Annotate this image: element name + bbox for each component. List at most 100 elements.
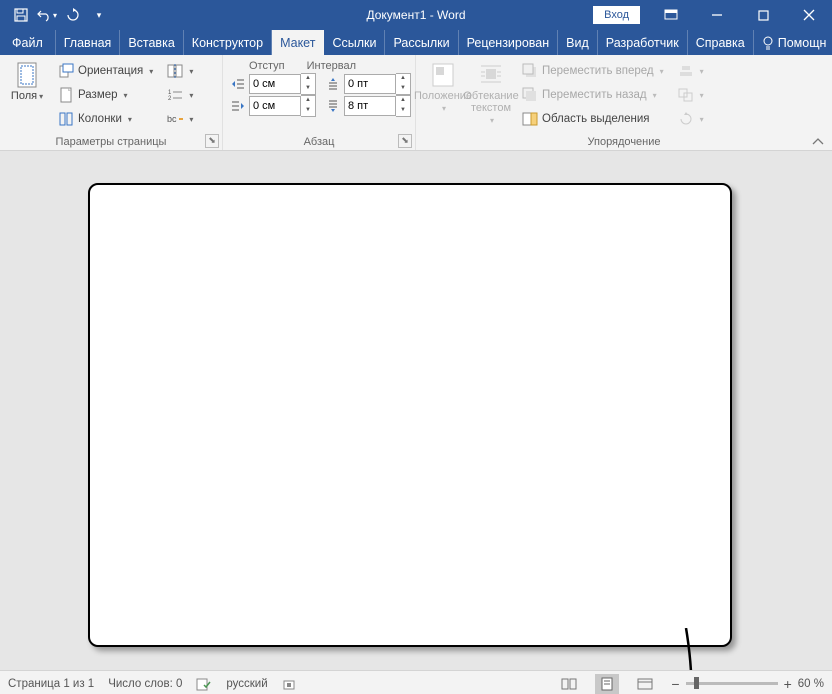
dialog-launcher-page-setup[interactable]: ⬊ [205,134,219,148]
qat-customize[interactable]: ▾ [88,4,110,26]
columns-label: Колонки [78,113,122,125]
space-after-icon [326,99,340,113]
print-layout-button[interactable] [595,674,619,694]
zoom-controls: − + 60 % [671,676,824,692]
wrap-text-button: Обтекание текстом▾ [470,60,512,127]
send-backward-label: Переместить назад [542,89,647,101]
orientation-icon [58,63,74,79]
chevron-down-icon: ▾ [149,67,153,76]
status-page[interactable]: Страница 1 из 1 [8,678,94,690]
tab-insert[interactable]: Вставка [120,30,183,55]
line-numbers-button[interactable]: 12▾ [163,84,197,106]
breaks-icon [167,64,183,78]
orientation-button[interactable]: Ориентация ▾ [54,60,157,82]
chevron-down-icon: ▾ [189,67,193,76]
chevron-down-icon: ▾ [53,11,57,20]
chevron-down-icon: ▾ [700,67,704,76]
maximize-icon [758,10,769,21]
group-label-arrange: Упорядочение [422,134,826,150]
indent-left-input[interactable]: ▲▼ [229,74,316,94]
hyphenation-button[interactable]: bc▾ [163,108,197,130]
window-controls: Вход [593,0,832,30]
group-icon [678,88,694,102]
bring-forward-icon [522,63,538,79]
tab-review[interactable]: Рецензирован [459,30,559,55]
tab-help[interactable]: Справка [688,30,754,55]
group-objects-button: ▾ [674,84,708,106]
selection-pane-button[interactable]: Область выделения [518,108,668,130]
space-before-icon [326,77,340,91]
zoom-level[interactable]: 60 % [798,678,824,690]
indent-right-input[interactable]: ▲▼ [229,96,316,116]
macro-button[interactable] [282,677,296,691]
zoom-slider-thumb[interactable] [694,677,699,689]
group-paragraph: Отступ Интервал ▲▼ ▲▼ ▲▼ [223,55,416,150]
tab-home[interactable]: Главная [56,30,121,55]
document-page[interactable] [88,183,732,647]
chevron-down-icon: ▾ [128,115,132,124]
hyphenation-icon: bc [167,112,183,126]
space-before-input[interactable]: ▲▼ [324,74,411,94]
signin-button[interactable]: Вход [593,6,640,24]
status-language[interactable]: русский [226,678,267,690]
document-area[interactable] [0,151,832,670]
read-mode-icon [561,678,577,690]
web-layout-icon [637,678,653,690]
tab-references[interactable]: Ссылки [324,30,385,55]
status-bar: Страница 1 из 1 Число слов: 0 русский − … [0,670,832,694]
send-backward-button: Переместить назад ▾ [518,84,668,106]
zoom-out-button[interactable]: − [671,676,679,692]
proofing-icon [196,677,212,691]
redo-button[interactable] [62,4,84,26]
web-layout-button[interactable] [633,674,657,694]
size-button[interactable]: Размер▾ [54,84,157,106]
spacing-heading: Интервал [307,60,356,72]
window-title: Документ1 - Word [366,8,465,22]
minimize-button[interactable] [694,0,740,30]
size-label: Размер [78,89,118,101]
close-button[interactable] [786,0,832,30]
indent-left-icon [231,77,245,91]
rotate-icon [678,112,694,126]
ribbon-tabs: Файл Главная Вставка Конструктор Макет С… [0,30,832,55]
indent-left-field[interactable] [249,74,301,94]
minimize-icon [711,9,723,21]
proofing-button[interactable] [196,677,212,691]
group-label-paragraph: Абзац [229,134,409,150]
orientation-label: Ориентация [78,65,143,77]
breaks-button[interactable]: ▾ [163,60,197,82]
space-before-field[interactable] [344,74,396,94]
tell-me[interactable]: Помощн [754,30,832,55]
tab-view[interactable]: Вид [558,30,598,55]
columns-icon [58,111,74,127]
group-label-page-setup: Параметры страницы [6,134,216,150]
bring-forward-button: Переместить вперед▾ [518,60,668,82]
maximize-button[interactable] [740,0,786,30]
undo-button[interactable]: ▾ [36,4,58,26]
space-after-input[interactable]: ▲▼ [324,96,411,116]
collapse-ribbon-button[interactable] [812,138,824,146]
chevron-down-icon: ▾ [189,91,193,100]
chevron-down-icon: ▾ [442,104,446,113]
margins-button[interactable]: Поля▾ [6,60,48,103]
read-mode-button[interactable] [557,674,581,694]
tab-developer[interactable]: Разработчик [598,30,688,55]
tab-file[interactable]: Файл [0,30,56,55]
chevron-down-icon: ▾ [490,116,494,125]
ribbon: Поля▾ Ориентация▾ Размер▾ Колонки▾ ▾ 12 [0,55,832,151]
space-after-field[interactable] [344,96,396,116]
save-button[interactable] [10,4,32,26]
columns-button[interactable]: Колонки ▾ [54,108,157,130]
chevron-down-icon: ▾ [653,91,657,100]
ribbon-options-button[interactable] [648,0,694,30]
tab-mailings[interactable]: Рассылки [385,30,458,55]
status-word-count[interactable]: Число слов: 0 [108,678,182,690]
close-icon [803,9,815,21]
zoom-slider[interactable] [686,682,778,685]
tab-design[interactable]: Конструктор [184,30,272,55]
dialog-launcher-paragraph[interactable]: ⬊ [398,134,412,148]
indent-right-field[interactable] [249,96,301,116]
zoom-in-button[interactable]: + [784,676,792,692]
margins-label: Поля [11,90,37,102]
tab-layout[interactable]: Макет [272,30,324,55]
